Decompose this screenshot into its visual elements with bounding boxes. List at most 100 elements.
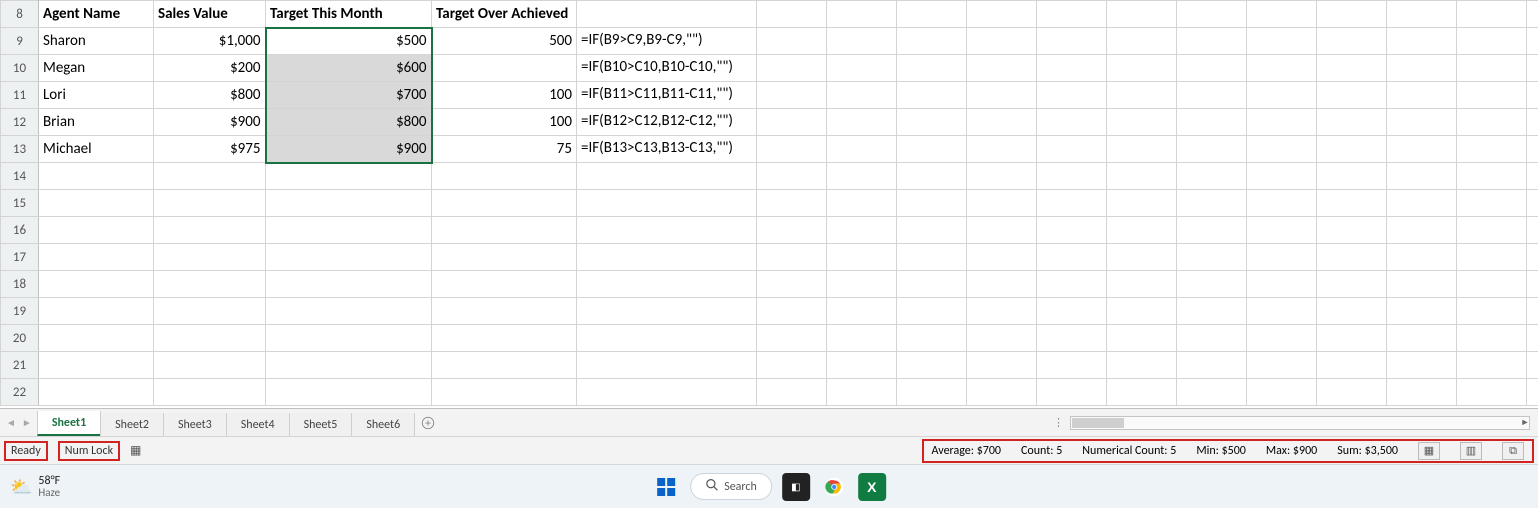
cell-empty[interactable] [39,217,154,244]
view-normal-icon[interactable]: ▦ [1418,442,1440,460]
cell-empty[interactable] [897,55,967,82]
cell-empty[interactable] [967,109,1037,136]
cell-empty[interactable] [1037,298,1107,325]
cell-empty[interactable] [1107,379,1177,406]
cell-empty[interactable] [1527,298,1538,325]
cell-empty[interactable] [1177,379,1247,406]
cell-empty[interactable] [432,244,577,271]
cell-empty[interactable] [757,136,827,163]
cell-empty[interactable] [1387,28,1457,55]
cell-empty[interactable] [1387,217,1457,244]
cell-target-over-achieved[interactable]: 500 [432,28,577,55]
weather-widget[interactable]: ⛅ 58°F Haze [10,475,60,498]
cell-empty[interactable] [1107,1,1177,28]
cell-empty[interactable] [1247,163,1317,190]
cell-empty[interactable] [1107,55,1177,82]
cell-empty[interactable] [827,379,897,406]
cell-empty[interactable] [1037,379,1107,406]
row-header[interactable]: 22 [1,379,39,406]
cell-target-this-month[interactable]: $600 [266,55,432,82]
cell-empty[interactable] [1177,352,1247,379]
cell-empty[interactable] [1527,325,1538,352]
cell-empty[interactable] [897,379,967,406]
cell-empty[interactable] [1527,271,1538,298]
cell-empty[interactable] [1387,1,1457,28]
cell-empty[interactable] [154,325,266,352]
cell-empty[interactable] [432,271,577,298]
row-header[interactable]: 16 [1,217,39,244]
cell-empty[interactable] [1527,1,1538,28]
row-header[interactable]: 11 [1,82,39,109]
view-page-layout-icon[interactable]: ▥ [1460,442,1482,460]
cell-empty[interactable] [967,244,1037,271]
cell-empty[interactable] [1317,352,1387,379]
cell-empty[interactable] [266,244,432,271]
cell-empty[interactable] [1317,298,1387,325]
cell-empty[interactable] [154,271,266,298]
cell-empty[interactable] [897,217,967,244]
cell-empty[interactable] [757,352,827,379]
cell-formula[interactable]: =IF(B13>C13,B13-C13,"") [577,136,757,163]
cell-empty[interactable] [1457,28,1527,55]
cell-empty[interactable] [1527,136,1538,163]
cell-empty[interactable] [1457,325,1527,352]
cell-empty[interactable] [1037,190,1107,217]
cell-empty[interactable] [1037,136,1107,163]
cell-empty[interactable] [827,136,897,163]
cell-empty[interactable] [1177,244,1247,271]
cell-empty[interactable] [897,352,967,379]
cell-empty[interactable] [827,190,897,217]
cell-empty[interactable] [897,271,967,298]
cell-target-this-month[interactable]: $800 [266,109,432,136]
cell-empty[interactable] [266,271,432,298]
cell-agent-name[interactable]: Lori [39,82,154,109]
row-header[interactable]: 17 [1,244,39,271]
cell-empty[interactable] [967,82,1037,109]
cell-empty[interactable] [757,244,827,271]
cell-empty[interactable] [757,82,827,109]
row-header[interactable]: 9 [1,28,39,55]
cell-empty[interactable] [1527,28,1538,55]
cell-target-this-month[interactable]: $500 [266,28,432,55]
row-header[interactable]: 20 [1,325,39,352]
cell-target-over-achieved[interactable] [432,55,577,82]
row-header[interactable]: 12 [1,109,39,136]
cell-empty[interactable] [1387,109,1457,136]
tab-nav-next-icon[interactable]: ► [22,416,32,429]
cell-empty[interactable] [967,1,1037,28]
cell-target-this-month[interactable]: $700 [266,82,432,109]
cell-empty[interactable] [1317,136,1387,163]
cell-empty[interactable] [967,163,1037,190]
cell-empty[interactable] [1317,1,1387,28]
cell-empty[interactable] [757,109,827,136]
cell-empty[interactable] [1387,136,1457,163]
cell-empty[interactable] [1527,217,1538,244]
view-page-break-icon[interactable]: ⧉ [1502,442,1524,460]
cell-empty[interactable] [1457,217,1527,244]
cell-empty[interactable] [967,325,1037,352]
cell-empty[interactable] [154,298,266,325]
cell-empty[interactable] [39,271,154,298]
cell-empty[interactable] [757,1,827,28]
cell-empty[interactable] [266,190,432,217]
cell-empty[interactable] [1107,244,1177,271]
cell-empty[interactable] [154,190,266,217]
cell-empty[interactable] [1387,163,1457,190]
cell-empty[interactable] [577,244,757,271]
cell-empty[interactable] [1177,271,1247,298]
cell-empty[interactable] [432,379,577,406]
cell-empty[interactable] [1317,244,1387,271]
cell-empty[interactable] [39,298,154,325]
cell-empty[interactable] [1037,352,1107,379]
cell-empty[interactable] [1107,298,1177,325]
macro-record-icon[interactable]: ▦ [130,443,141,458]
cell-empty[interactable] [432,217,577,244]
cell-empty[interactable] [1037,217,1107,244]
cell-empty[interactable] [1037,55,1107,82]
sheet-tab[interactable]: Sheet2 [100,413,164,436]
cell-empty[interactable] [1037,244,1107,271]
cell-empty[interactable] [827,1,897,28]
cell-empty[interactable] [827,55,897,82]
cell-empty[interactable] [1107,190,1177,217]
cell-empty[interactable] [827,325,897,352]
